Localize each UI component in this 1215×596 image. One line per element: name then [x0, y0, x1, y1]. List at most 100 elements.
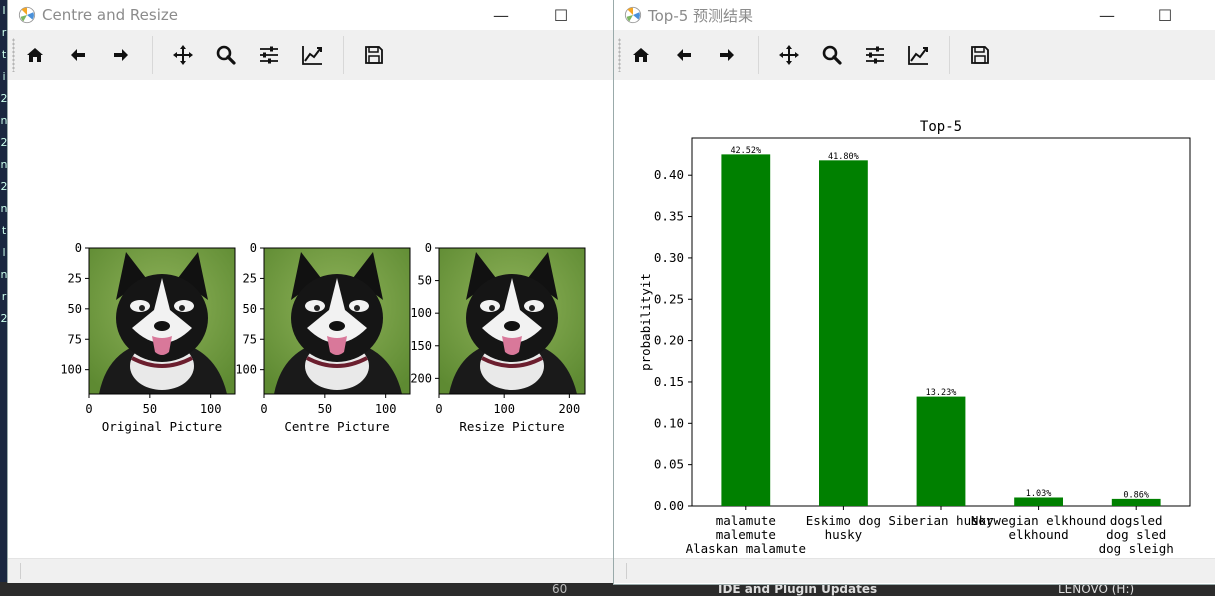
centre-resize-window: Centre and Resize — ☐ 0 25 50 75 100 0 50 100 Or… [8, 0, 614, 583]
zoom-icon [216, 45, 236, 65]
forward-arrow-button[interactable] [104, 38, 138, 72]
y-tick-label: 25 [243, 271, 257, 285]
y-tick-label: 0.40 [654, 167, 684, 182]
subplot[interactable]: 0 25 50 75 100 0 50 100 Centre Picture [235, 241, 411, 434]
edit-axis-icon [908, 46, 928, 65]
y-tick-label: 0 [250, 241, 257, 255]
y-tick-label: 25 [68, 271, 82, 285]
x-tick-label: malemute [716, 527, 776, 542]
bar[interactable] [916, 396, 966, 506]
x-tick-label: 100 [200, 402, 222, 416]
taskbar-item[interactable]: LENOVO (H:) [1058, 582, 1134, 596]
x-tick-label: 200 [559, 402, 581, 416]
minimize-icon: — [1099, 5, 1115, 25]
navigation-toolbar [614, 30, 1215, 81]
taskbar-item[interactable]: 60 [552, 582, 567, 596]
maximize-icon: ☐ [553, 5, 569, 25]
window-titlebar[interactable]: Top-5 预测结果 — ☐ [614, 0, 1215, 30]
forward-arrow-button[interactable] [710, 38, 744, 72]
home-icon [633, 48, 649, 62]
back-arrow-button[interactable] [667, 38, 701, 72]
home-icon [27, 48, 43, 62]
strip-glyph: 2 [0, 180, 8, 193]
edit-axis-button[interactable] [901, 38, 935, 72]
subplot[interactable]: 0 50 100 150 200 0 100 200 Resize Picture [410, 241, 586, 434]
minimize-button[interactable]: — [478, 0, 524, 30]
maximize-button[interactable]: ☐ [538, 0, 584, 30]
strip-glyph: n [0, 158, 8, 171]
forward-arrow-icon [114, 49, 128, 61]
back-arrow-icon [71, 49, 85, 61]
x-tick-label: 100 [493, 402, 515, 416]
strip-glyph: 2 [0, 312, 8, 325]
bar-value-label: 13.23% [926, 388, 957, 398]
x-tick-label: Norwegian elkhound [971, 513, 1106, 528]
strip-glyph: l [2, 246, 6, 259]
toolbar-grip[interactable] [12, 38, 15, 72]
strip-glyph: r [1, 290, 7, 303]
save-button[interactable] [963, 38, 997, 72]
save-button[interactable] [357, 38, 391, 72]
navigation-toolbar [8, 30, 614, 81]
toolbar-separator [152, 36, 153, 74]
toolbar-separator [949, 36, 950, 74]
zoom-button[interactable] [815, 38, 849, 72]
minimize-icon: — [493, 5, 509, 25]
taskbar-item[interactable]: IDE and Plugin Updates [718, 582, 877, 596]
zoom-button[interactable] [209, 38, 243, 72]
y-tick-label: 75 [68, 332, 82, 346]
pan-button[interactable] [166, 38, 200, 72]
taskbar: 60 IDE and Plugin Updates LENOVO (H:) [0, 582, 1215, 596]
y-tick-label: 0.25 [654, 291, 684, 306]
maximize-button[interactable]: ☐ [1142, 0, 1188, 30]
x-tick-label: 100 [375, 402, 397, 416]
x-axis-label: Centre Picture [284, 419, 389, 434]
y-tick-label: 50 [68, 302, 82, 316]
configure-subplots-button[interactable] [252, 38, 286, 72]
configure-subplots-icon [260, 46, 278, 64]
bar[interactable] [721, 154, 771, 506]
dog-image [89, 248, 235, 394]
minimize-button[interactable]: — [1084, 0, 1130, 30]
y-axis-label: probabilityit [638, 273, 653, 371]
bar-value-label: 1.03% [1026, 489, 1052, 499]
strip-glyph: t [1, 48, 7, 61]
x-tick-label: husky [825, 527, 863, 542]
toolbar-grip[interactable] [618, 38, 621, 72]
strip-glyph: n [0, 114, 8, 127]
y-tick-label: 0.00 [654, 498, 684, 513]
pan-icon [173, 45, 193, 65]
x-tick-label: dog sleigh [1099, 541, 1174, 556]
back-arrow-button[interactable] [61, 38, 95, 72]
figure-canvas[interactable]: 0 25 50 75 100 0 50 100 Original Picture 0 25 50 75 1… [8, 80, 614, 558]
y-tick-label: 100 [410, 306, 432, 320]
edit-axis-button[interactable] [295, 38, 329, 72]
bar-chart-svg: Top-5 probabilityit 0.00 0.05 0.10 0.15 0.20 0.… [638, 119, 1191, 556]
home-button[interactable] [624, 38, 658, 72]
bar-value-label: 0.86% [1123, 490, 1149, 500]
edit-axis-icon [302, 46, 322, 65]
subplot[interactable]: 0 25 50 75 100 0 50 100 Original Picture [60, 241, 236, 434]
home-button[interactable] [18, 38, 52, 72]
y-tick-label: 0.05 [654, 457, 684, 472]
window-titlebar[interactable]: Centre and Resize — ☐ [8, 0, 614, 30]
strip-glyph: 2 [0, 136, 8, 149]
chart-title: Top-5 [920, 119, 962, 135]
y-tick-label: 0.20 [654, 333, 684, 348]
top5-window: Top-5 预测结果 — ☐ Top-5 probabilityit 0.00 0.0… [614, 0, 1215, 584]
figure-canvas[interactable]: Top-5 probabilityit 0.00 0.05 0.10 0.15 0.20 0.… [614, 80, 1215, 558]
y-tick-label: 0 [425, 241, 432, 255]
bar[interactable] [819, 160, 868, 506]
zoom-icon [822, 45, 842, 65]
x-axis-label: Resize Picture [459, 419, 564, 434]
configure-subplots-icon [866, 46, 884, 64]
save-icon [365, 46, 383, 64]
x-tick-label: 0 [85, 402, 92, 416]
dog-image [264, 248, 410, 394]
y-tick-label: 0.35 [654, 209, 684, 224]
pan-button[interactable] [772, 38, 806, 72]
toolbar-separator [343, 36, 344, 74]
strip-glyph: i [2, 70, 6, 83]
status-grip [626, 563, 627, 579]
configure-subplots-button[interactable] [858, 38, 892, 72]
